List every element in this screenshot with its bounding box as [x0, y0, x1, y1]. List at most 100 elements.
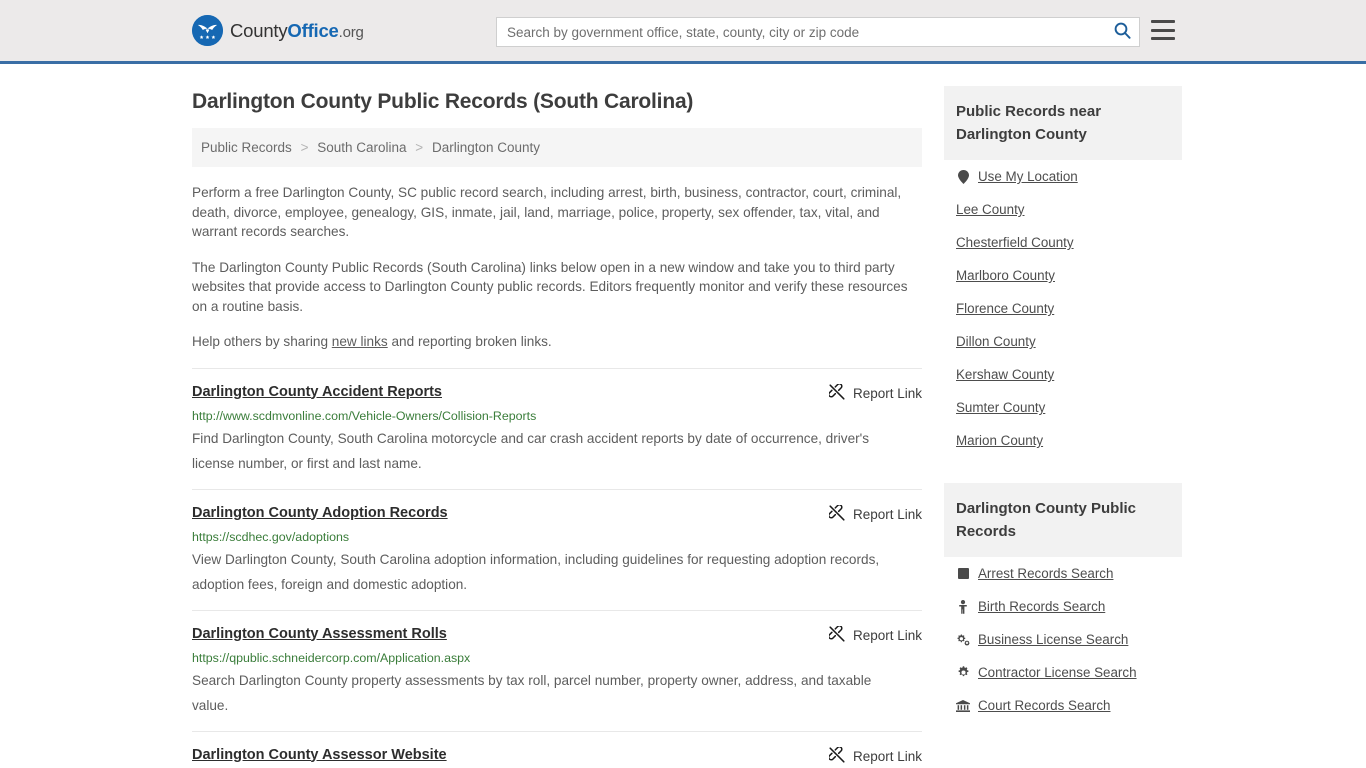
- result-title-link[interactable]: Darlington County Adoption Records: [192, 504, 448, 523]
- report-link-button[interactable]: Report Link: [828, 745, 922, 766]
- breadcrumb-item-darlington-county[interactable]: Darlington County: [432, 140, 540, 155]
- sidebar-link[interactable]: Kershaw County: [956, 367, 1054, 382]
- report-link-label: Report Link: [852, 748, 922, 764]
- breadcrumb-item-public-records[interactable]: Public Records: [201, 140, 292, 155]
- sidebar-nearby-title: Public Records near Darlington County: [944, 86, 1182, 160]
- main-column: Darlington County Public Records (South …: [192, 64, 922, 768]
- eagle-stars-seal-icon: [192, 15, 223, 46]
- sidebar-records-title: Darlington County Public Records: [944, 483, 1182, 557]
- sidebar-link[interactable]: Arrest Records Search: [978, 566, 1113, 581]
- sidebar-link[interactable]: Dillon County: [956, 334, 1036, 349]
- site-logo[interactable]: CountyOffice.org: [192, 15, 364, 46]
- intro-paragraph-1: Perform a free Darlington County, SC pub…: [192, 185, 902, 239]
- sidebar-link[interactable]: Use My Location: [978, 169, 1078, 184]
- result-header: Darlington County Adoption Records Repor…: [192, 503, 922, 524]
- sidebar-item-marlboro-county[interactable]: Marlboro County: [944, 259, 1182, 292]
- result-header: Darlington County Assessor Website Repor…: [192, 745, 922, 766]
- sidebar-link[interactable]: Lee County: [956, 202, 1025, 217]
- result-item: Darlington County Adoption Records Repor…: [192, 488, 922, 610]
- sidebar-item-birth-records-search[interactable]: Birth Records Search: [944, 590, 1182, 623]
- result-url: http://www.scdmvonline.com/Vehicle-Owner…: [192, 408, 537, 423]
- sidebar-item-use-my-location[interactable]: Use My Location: [944, 160, 1182, 193]
- sidebar-item-florence-county[interactable]: Florence County: [944, 292, 1182, 325]
- sidebar-item-marion-county[interactable]: Marion County: [944, 424, 1182, 457]
- sidebar-item-arrest-records-search[interactable]: Arrest Records Search: [944, 557, 1182, 590]
- broken-link-icon: [828, 624, 845, 645]
- sidebar-link[interactable]: Marlboro County: [956, 268, 1055, 283]
- sidebar-item-kershaw-county[interactable]: Kershaw County: [944, 358, 1182, 391]
- intro-section: Perform a free Darlington County, SC pub…: [192, 183, 922, 352]
- sidebar-nearby-list: Use My Location Lee County Chesterfield …: [944, 160, 1182, 457]
- result-item: Darlington County Accident Reports Repor…: [192, 367, 922, 489]
- sidebar-item-lee-county[interactable]: Lee County: [944, 193, 1182, 226]
- sidebar-link[interactable]: Contractor License Search: [978, 665, 1137, 680]
- hamburger-menu-icon[interactable]: [1151, 20, 1175, 40]
- sidebar-item-chesterfield-county[interactable]: Chesterfield County: [944, 226, 1182, 259]
- report-link-label: Report Link: [852, 506, 922, 522]
- page-body: Darlington County Public Records (South …: [0, 64, 1366, 768]
- result-title-link[interactable]: Darlington County Accident Reports: [192, 383, 442, 402]
- sidebar-item-sumter-county[interactable]: Sumter County: [944, 391, 1182, 424]
- intro-text-after: and reporting broken links.: [387, 334, 552, 349]
- search-bar[interactable]: [496, 17, 1140, 47]
- sidebar-link[interactable]: Chesterfield County: [956, 235, 1074, 250]
- report-link-button[interactable]: Report Link: [828, 624, 922, 645]
- hamburger-bar: [1151, 28, 1175, 32]
- gear-icon: [956, 666, 970, 679]
- result-item: Darlington County Assessment Rolls Repor…: [192, 609, 922, 731]
- result-description: View Darlington County, South Carolina a…: [192, 551, 880, 592]
- baby-icon: [956, 599, 970, 614]
- breadcrumb-separator: >: [300, 140, 309, 155]
- result-item: Darlington County Assessor Website Repor…: [192, 730, 922, 768]
- sidebar-link[interactable]: Sumter County: [956, 400, 1045, 415]
- hamburger-bar: [1151, 20, 1175, 23]
- result-description: Search Darlington County property assess…: [192, 672, 872, 713]
- sidebar-item-dillon-county[interactable]: Dillon County: [944, 325, 1182, 358]
- result-title-link[interactable]: Darlington County Assessment Rolls: [192, 625, 447, 644]
- report-link-button[interactable]: Report Link: [828, 503, 922, 524]
- breadcrumb: Public Records > South Carolina > Darlin…: [192, 128, 922, 167]
- new-links-link[interactable]: new links: [332, 334, 388, 349]
- site-header: CountyOffice.org: [0, 0, 1366, 64]
- result-title-link[interactable]: Darlington County Assessor Website: [192, 746, 447, 765]
- sidebar-item-court-records-search[interactable]: Court Records Search: [944, 689, 1182, 722]
- sidebar-link[interactable]: Florence County: [956, 301, 1054, 316]
- page-title: Darlington County Public Records (South …: [192, 90, 694, 113]
- result-description: Find Darlington County, South Carolina m…: [192, 430, 870, 471]
- result-url: https://qpublic.schneidercorp.com/Applic…: [192, 650, 471, 665]
- logo-text-org: .org: [338, 23, 364, 41]
- result-header: Darlington County Assessment Rolls Repor…: [192, 624, 922, 645]
- sidebar-records-list: Arrest Records Search Birth Records Sear…: [944, 557, 1182, 722]
- report-link-button[interactable]: Report Link: [828, 382, 922, 403]
- intro-text-before: Help others by sharing: [192, 334, 332, 349]
- sidebar-link[interactable]: Court Records Search: [978, 698, 1110, 713]
- report-link-label: Report Link: [852, 627, 922, 643]
- breadcrumb-item-south-carolina[interactable]: South Carolina: [317, 140, 406, 155]
- result-header: Darlington County Accident Reports Repor…: [192, 382, 922, 403]
- logo-text-office: Office: [287, 19, 339, 41]
- site-logo-text: CountyOffice.org: [230, 20, 364, 42]
- breadcrumb-separator: >: [415, 140, 424, 155]
- sidebar-link[interactable]: Business License Search: [978, 632, 1128, 647]
- search-icon: [1114, 22, 1131, 42]
- square-badge-icon: [956, 568, 970, 579]
- sidebar-item-contractor-license-search[interactable]: Contractor License Search: [944, 656, 1182, 689]
- broken-link-icon: [828, 745, 845, 766]
- map-pin-icon: [956, 169, 970, 184]
- broken-link-icon: [828, 503, 845, 524]
- result-url: https://scdhec.gov/adoptions: [192, 529, 350, 544]
- report-link-label: Report Link: [852, 385, 922, 401]
- gears-icon: [956, 633, 970, 646]
- search-button[interactable]: [1105, 18, 1139, 46]
- logo-text-county: County: [230, 19, 288, 41]
- sidebar-link[interactable]: Marion County: [956, 433, 1043, 448]
- sidebar-link[interactable]: Birth Records Search: [978, 599, 1105, 614]
- hamburger-bar: [1151, 37, 1175, 40]
- intro-paragraph-3: Help others by sharing new links and rep…: [192, 332, 922, 352]
- intro-paragraph-2: The Darlington County Public Records (So…: [192, 259, 908, 314]
- search-input[interactable]: [497, 18, 1105, 46]
- sidebar-item-business-license-search[interactable]: Business License Search: [944, 623, 1182, 656]
- sidebar: Public Records near Darlington County Us…: [944, 64, 1182, 722]
- courthouse-icon: [956, 699, 970, 712]
